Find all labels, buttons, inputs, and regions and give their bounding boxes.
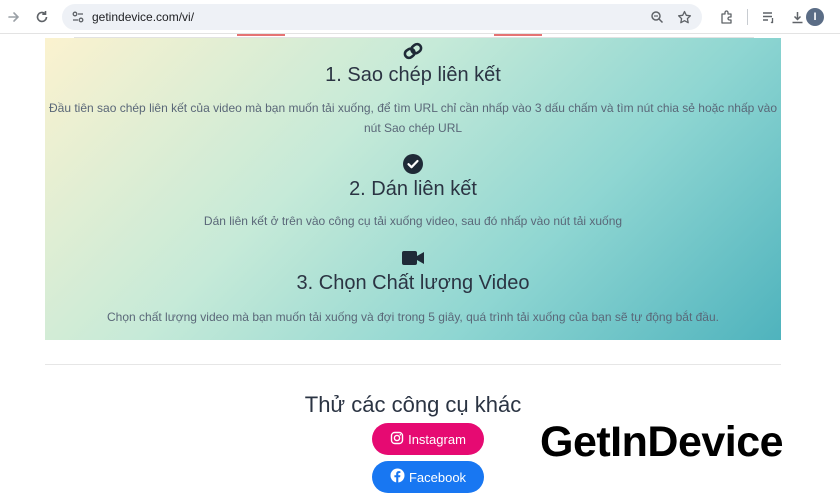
instagram-button[interactable]: Instagram xyxy=(372,423,484,455)
browser-toolbar: getindevice.com/vi/ I xyxy=(0,0,840,34)
step-3-text: Chọn chất lượng video mà bạn muốn tải xu… xyxy=(107,310,719,324)
video-camera-icon xyxy=(401,246,425,270)
how-to-section: 1. Sao chép liên kết Đầu tiên sao chép l… xyxy=(45,38,781,340)
zoom-icon[interactable] xyxy=(648,8,666,26)
facebook-icon xyxy=(390,468,405,486)
facebook-button[interactable]: Facebook xyxy=(372,461,484,493)
address-bar[interactable]: getindevice.com/vi/ xyxy=(62,4,702,30)
reload-icon[interactable] xyxy=(30,5,54,29)
instagram-label: Instagram xyxy=(408,431,466,447)
facebook-label: Facebook xyxy=(408,469,467,485)
forward-icon[interactable] xyxy=(2,5,26,29)
site-settings-icon[interactable] xyxy=(70,9,86,25)
accent-line xyxy=(494,34,542,36)
accent-line xyxy=(237,34,285,36)
toolbar-separator xyxy=(747,9,748,25)
other-tools-title: Thử các công cụ khác xyxy=(304,392,522,417)
bookmark-star-icon[interactable] xyxy=(675,8,693,26)
step-3-title: 3. Chọn Chất lượng Video xyxy=(296,272,530,294)
step-2-text: Dán liên kết ở trên vào công cụ tải xuốn… xyxy=(203,214,623,228)
instagram-icon xyxy=(390,431,404,448)
step-1-text: Đầu tiên sao chép liên kết của video mà … xyxy=(49,101,777,135)
check-circle-icon xyxy=(401,152,425,176)
brand-watermark: GetInDevice xyxy=(540,418,784,466)
url-text[interactable]: getindevice.com/vi/ xyxy=(92,10,194,24)
section-divider xyxy=(45,364,781,365)
step-2-title: 2. Dán liên kết xyxy=(349,178,477,200)
reading-list-icon[interactable] xyxy=(756,5,780,29)
profile-avatar[interactable]: I xyxy=(806,8,824,26)
extensions-icon[interactable] xyxy=(714,5,738,29)
link-icon xyxy=(401,39,425,63)
step-1-title: 1. Sao chép liên kết xyxy=(325,64,501,86)
